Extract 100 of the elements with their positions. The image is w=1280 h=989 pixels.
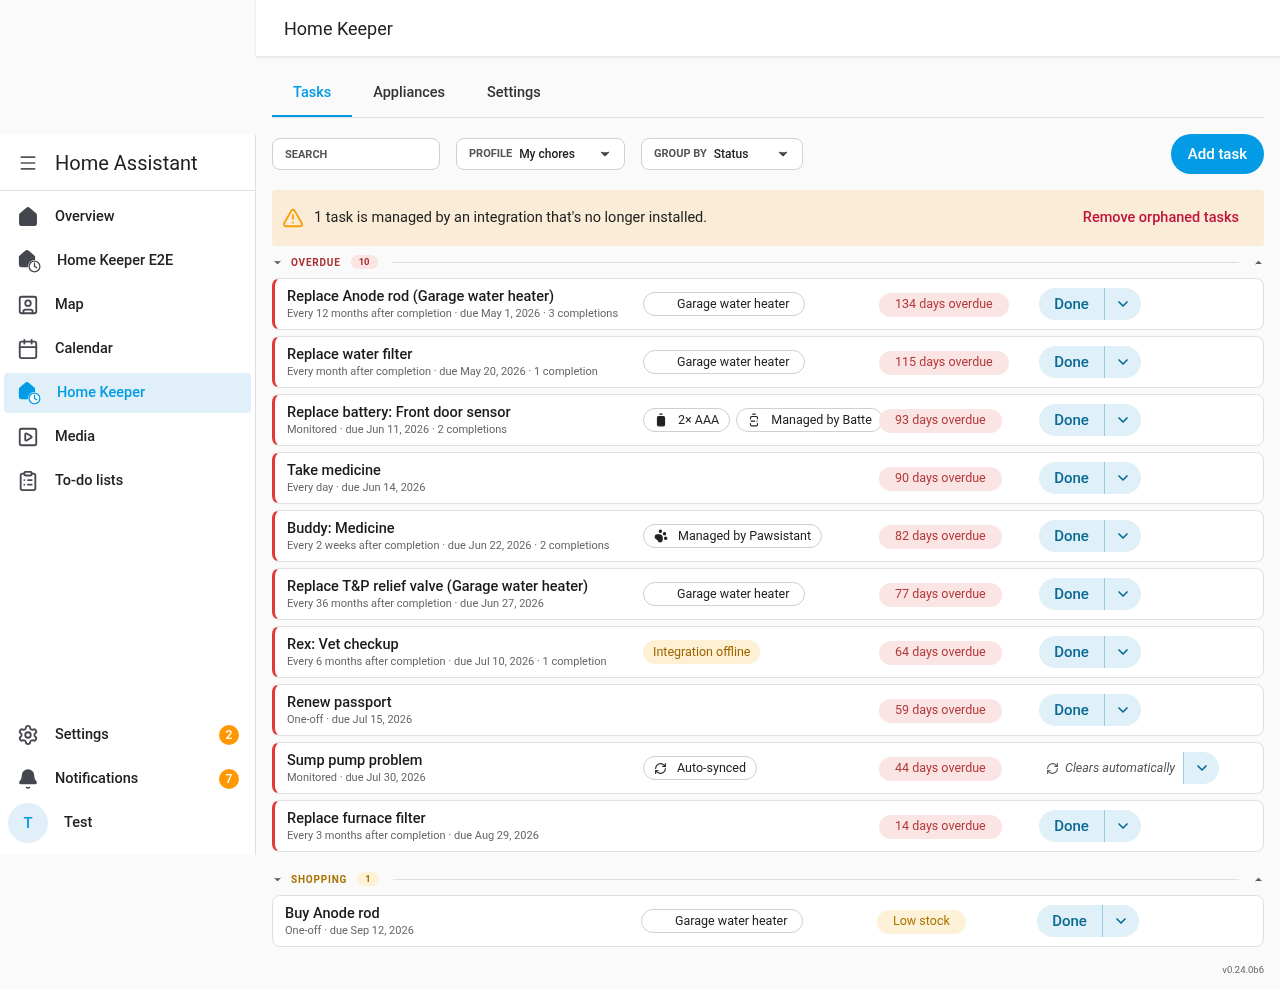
banner-message: 1 task is managed by an integration that's no longer installed.	[314, 208, 709, 229]
task-title: Replace furnace filter	[287, 809, 427, 828]
tag-chip: Garage water heater	[643, 292, 806, 316]
user-profile[interactable]: T Test	[4, 801, 251, 845]
task-card[interactable]: Replace furnace filter Every 3 months after completion · due Aug 29, 2026 14 days overdue Done	[272, 800, 1264, 852]
task-card[interactable]: Buy Anode rod One-off · due Sep 12, 2026 Garage water heater Low stock Done	[272, 895, 1264, 947]
home-icon	[17, 206, 39, 228]
nav-item[interactable]: Overview	[4, 197, 251, 237]
more-options-button[interactable]	[1105, 694, 1141, 726]
group-by-dropdown[interactable]: GROUP BY Status	[641, 138, 803, 170]
group-count: 10	[350, 254, 378, 270]
done-button[interactable]: Done	[1039, 636, 1105, 668]
tab[interactable]: Settings	[466, 71, 562, 117]
count-badge: 7	[219, 769, 239, 789]
tag-chip: 2× AAA	[643, 408, 731, 432]
task-title: Replace water filter	[287, 345, 414, 364]
remove-orphaned-link[interactable]: Remove orphaned tasks	[1082, 207, 1239, 229]
done-button[interactable]: Done	[1039, 404, 1105, 436]
task-card[interactable]: Replace water filter Every month after completion · due May 20, 2026 · 1 completion Garage water heater 115 days overdue Done	[272, 336, 1264, 388]
done-button[interactable]: Done	[1039, 288, 1105, 320]
done-button[interactable]: Done	[1037, 905, 1103, 937]
status-badge: 77 days overdue	[879, 582, 1002, 607]
status-badge: 134 days overdue	[879, 292, 1009, 317]
status-badge: 93 days overdue	[879, 408, 1002, 433]
done-button[interactable]: Done	[1039, 694, 1105, 726]
task-card[interactable]: Replace T&P relief valve (Garage water heater) Every 36 months after completion · due Jun 27, 2026 Garage water heater 77 days overdue Done	[272, 568, 1264, 620]
task-details: One-off · due Sep 12, 2026	[285, 922, 415, 938]
version-label: v0.24.0b6	[1222, 963, 1264, 977]
warning-chip: Integration offline	[643, 640, 761, 664]
page-title: Home Keeper	[284, 16, 393, 41]
paw-icon	[654, 529, 668, 543]
done-button[interactable]: Done	[1039, 346, 1105, 378]
more-options-button[interactable]	[1105, 520, 1141, 552]
settings-icon	[17, 724, 39, 746]
done-button[interactable]: Done	[1039, 462, 1105, 494]
auto-clear-note: Clears automatically	[1065, 758, 1176, 777]
tag-chip: Managed by Batte	[736, 408, 883, 432]
task-title: Rex: Vet checkup	[287, 635, 400, 654]
nav-item[interactable]: Settings 2	[4, 713, 251, 757]
task-card[interactable]: Replace Anode rod (Garage water heater) Every 12 months after completion · due May 1, 2026 · 3 completions Garage water heater 134 days overdue Done	[272, 278, 1264, 330]
task-card[interactable]: Rex: Vet checkup Every 6 months after completion · due Jul 10, 2026 · 1 completion Integration offline 64 days overdue Done	[272, 626, 1264, 678]
task-details: Monitored · due Jun 11, 2026 · 2 completions	[287, 421, 509, 437]
tag-chip: Auto-synced	[643, 756, 758, 780]
task-details: Monitored · due Jul 30, 2026	[287, 769, 427, 785]
task-title: Buddy: Medicine	[287, 519, 396, 538]
status-badge: Low stock	[877, 909, 966, 934]
task-details: Every day · due Jun 14, 2026	[287, 479, 427, 495]
tag-chip: Garage water heater	[643, 582, 806, 606]
nav-item[interactable]: Calendar	[4, 329, 251, 369]
more-options-button[interactable]	[1105, 346, 1141, 378]
more-options-button[interactable]	[1103, 905, 1139, 937]
more-options-button[interactable]	[1105, 404, 1141, 436]
task-details: Every 6 months after completion · due Jul 10, 2026 · 1 completion	[287, 653, 608, 669]
task-title: Take medicine	[287, 461, 382, 480]
play-icon	[17, 426, 39, 448]
more-options-button[interactable]	[1105, 636, 1141, 668]
task-details: Every 36 months after completion · due Jun 27, 2026	[287, 595, 545, 611]
task-title: Replace battery: Front door sensor	[287, 403, 512, 422]
house-clock-icon	[17, 249, 41, 273]
done-button[interactable]: Done	[1039, 578, 1105, 610]
status-badge: 115 days overdue	[879, 350, 1009, 375]
status-badge: 64 days overdue	[879, 640, 1002, 665]
status-badge: 59 days overdue	[879, 698, 1002, 723]
task-details: Every 2 weeks after completion · due Jun 22, 2026 · 2 completions	[287, 537, 611, 553]
nav-item[interactable]: To-do lists	[4, 461, 251, 501]
task-details: One-off · due Jul 15, 2026	[287, 711, 414, 727]
task-title: Replace T&P relief valve (Garage water heater)	[287, 577, 590, 596]
task-card[interactable]: Sump pump problem Monitored · due Jul 30, 2026 Auto-synced 44 days overdue Clears automatically	[272, 742, 1264, 794]
clipboard-icon	[17, 470, 39, 492]
sync-icon	[1046, 761, 1059, 775]
nav-item[interactable]: Home Keeper E2E	[4, 241, 251, 281]
task-title: Replace Anode rod (Garage water heater)	[287, 287, 556, 306]
calendar-icon	[17, 338, 39, 360]
task-card[interactable]: Buddy: Medicine Every 2 weeks after completion · due Jun 22, 2026 · 2 completions Managed by Pawsistant 82 days overdue Done	[272, 510, 1264, 562]
profile-dropdown[interactable]: PROFILE My chores	[456, 138, 625, 170]
task-card[interactable]: Renew passport One-off · due Jul 15, 2026 59 days overdue Done	[272, 684, 1264, 736]
task-card[interactable]: Take medicine Every day · due Jun 14, 2026 90 days overdue Done	[272, 452, 1264, 504]
task-details: Every 3 months after completion · due Aug 29, 2026	[287, 827, 540, 843]
more-options-button[interactable]	[1105, 578, 1141, 610]
tag-chip: Managed by Pawsistant	[643, 524, 822, 548]
tab[interactable]: Appliances	[352, 71, 467, 117]
search-field[interactable]: SEARCH	[272, 138, 440, 170]
tag-chip: Garage water heater	[641, 909, 804, 933]
battery-icon	[654, 413, 668, 427]
task-card[interactable]: Replace battery: Front door sensor Monitored · due Jun 11, 2026 · 2 completions 2× AAA Managed by Batte 93 days overdue Done	[272, 394, 1264, 446]
nav-item[interactable]: Media	[4, 417, 251, 457]
more-options-button[interactable]	[1105, 462, 1141, 494]
done-button[interactable]: Done	[1039, 810, 1105, 842]
more-options-button[interactable]	[1105, 810, 1141, 842]
more-options-button[interactable]	[1105, 288, 1141, 320]
status-badge: 14 days overdue	[879, 814, 1002, 839]
task-title: Renew passport	[287, 693, 393, 712]
task-title: Buy Anode rod	[285, 904, 381, 923]
done-button[interactable]: Done	[1039, 520, 1105, 552]
app-title: Home Assistant	[55, 149, 198, 177]
more-options-button[interactable]	[1183, 752, 1220, 784]
count-badge: 2	[219, 725, 239, 745]
nav-item[interactable]: Notifications 7	[4, 757, 251, 801]
sync-icon	[654, 761, 667, 775]
nav-item[interactable]: Map	[4, 285, 251, 325]
